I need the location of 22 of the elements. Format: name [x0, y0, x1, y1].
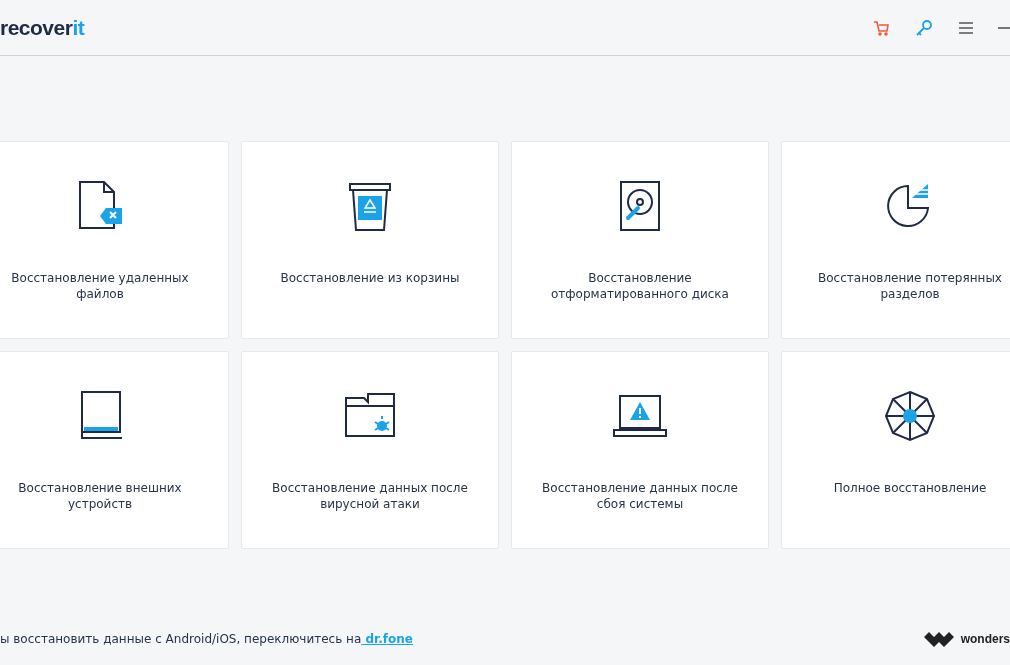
card-label: Восстановление внешних устройств: [17, 480, 183, 512]
recovery-mode-card[interactable]: Восстановление данных после сбоя системы: [511, 351, 769, 549]
recovery-mode-card[interactable]: Восстановление отформатированного диска: [511, 141, 769, 339]
brand-logo-icon: [923, 631, 956, 647]
recovery-mode-card[interactable]: Восстановление удаленных файлов: [0, 141, 229, 339]
card-label: Полное восстановление: [832, 480, 988, 496]
recovery-mode-card[interactable]: Восстановление данных после вирусной атаки: [241, 351, 499, 549]
key-icon[interactable]: [914, 17, 934, 38]
card-label: Восстановление потерянных разделов: [817, 270, 1003, 302]
recovery-mode-card[interactable]: Восстановление потерянных разделов: [781, 141, 1010, 339]
recovery-mode-card[interactable]: Полное восстановление: [781, 351, 1010, 549]
recovery-mode-card[interactable]: Восстановление из корзины: [241, 141, 499, 339]
card-label: Восстановление отформатированного диска: [550, 270, 730, 302]
app-logo: recoverit: [0, 14, 85, 41]
card-label: Восстановление удаленных файлов: [10, 270, 190, 302]
card-label: Восстановление данных после вирусной атаки: [271, 480, 469, 512]
card-label: Восстановление из корзины: [279, 270, 461, 286]
card-label: Восстановление данных после сбоя системы: [541, 480, 739, 512]
brand-name: wonders: [960, 631, 1010, 648]
recovery-mode-card[interactable]: Восстановление внешних устройств: [0, 351, 229, 549]
network-icon: [882, 388, 938, 444]
footer-note: ы восстановить данные с Android/iOS, переключитесь на dr.fone: [0, 631, 413, 648]
